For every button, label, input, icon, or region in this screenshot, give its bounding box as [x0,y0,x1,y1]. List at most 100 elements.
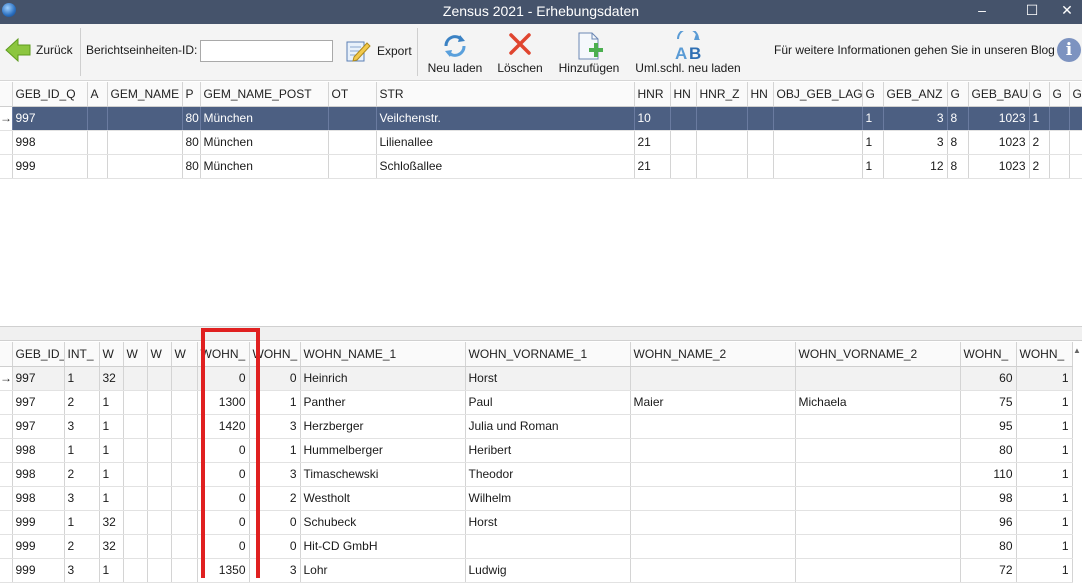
table-cell[interactable]: 1 [249,438,301,463]
table-cell[interactable] [171,366,198,391]
table-cell[interactable] [1049,130,1070,155]
table-cell[interactable]: 32 [99,534,124,559]
back-button[interactable]: Zurück [2,32,76,68]
table-row[interactable]: 998 80 München Lilienallee 21 1 3 8 1023 2 [0,130,1082,155]
table-cell[interactable] [696,130,748,155]
table-cell[interactable]: 2 [64,534,100,559]
table-row[interactable]: 999 3 1 1350 3 Lohr Ludwig 72 1 [0,558,1073,583]
table-cell[interactable]: 2 [249,486,301,511]
column-header[interactable]: W [147,342,172,367]
table-cell[interactable]: München [200,106,329,131]
table-cell[interactable] [795,462,961,487]
table-cell[interactable]: München [200,154,329,179]
table-cell[interactable]: 998 [12,462,65,487]
table-cell[interactable] [171,414,198,439]
table-row[interactable]: 999 80 München Schloßallee 21 1 12 8 1023 2 [0,154,1082,179]
table-cell[interactable]: 0 [249,534,301,559]
table-cell[interactable]: 80 [182,154,201,179]
reload-button[interactable]: Neu laden [424,28,486,78]
table-cell[interactable] [795,414,961,439]
table-cell[interactable]: 1 [1016,510,1073,535]
table-row[interactable]: 998 2 1 0 3 Timaschewski Theodor 110 1 [0,462,1073,487]
table-row[interactable]: 997 2 1 1300 1 Panther Paul Maier Michaela 75 1 [0,390,1073,415]
table-cell[interactable]: 997 [12,390,65,415]
table-cell[interactable]: Hit-CD GmbH [300,534,466,559]
table-row[interactable]: → 997 1 32 0 0 Heinrich Horst 60 1 [0,366,1073,391]
column-header[interactable]: P [182,82,201,107]
table-cell[interactable] [123,366,148,391]
table-cell[interactable] [171,438,198,463]
table-cell[interactable]: 1 [1016,462,1073,487]
export-button[interactable]: Export [342,36,414,66]
table-cell[interactable]: 1 [1016,534,1073,559]
column-header[interactable]: HNR_Z [696,82,748,107]
table-cell[interactable] [1049,154,1070,179]
table-cell[interactable]: 0 [249,510,301,535]
table-cell[interactable]: 1 [1016,366,1073,391]
table-cell[interactable]: Hummelberger [300,438,466,463]
table-cell[interactable]: Wilhelm [465,486,631,511]
column-header[interactable]: HN [670,82,697,107]
table-cell[interactable] [147,366,172,391]
table-cell[interactable]: Herzberger [300,414,466,439]
table-cell[interactable] [630,558,796,583]
table-cell[interactable]: 1 [64,366,100,391]
column-header[interactable]: GEB_BAU [968,82,1030,107]
table-cell[interactable]: München [200,130,329,155]
table-cell[interactable]: Lohr [300,558,466,583]
table-cell[interactable]: Schloßallee [376,154,635,179]
table-cell[interactable]: 0 [197,534,250,559]
table-cell[interactable] [171,486,198,511]
table-cell[interactable]: 1 [64,438,100,463]
table-cell[interactable]: 997 [12,366,65,391]
table-cell[interactable]: 1 [249,390,301,415]
table-cell[interactable]: 998 [12,438,65,463]
table-cell[interactable]: 1350 [197,558,250,583]
info-icon[interactable]: i [1057,38,1081,62]
table-cell[interactable] [795,534,961,559]
table-cell[interactable]: 10 [634,106,671,131]
table-cell[interactable]: 75 [960,390,1017,415]
table-cell[interactable]: 21 [634,130,671,155]
column-header[interactable]: W [123,342,148,367]
column-header[interactable]: WOHN_ [960,342,1017,367]
table-cell[interactable] [123,486,148,511]
column-header[interactable]: WOHN_VORNAME_2 [795,342,961,367]
column-header[interactable]: G [862,82,884,107]
column-header[interactable]: GEM_NAME [107,82,183,107]
column-header[interactable]: HNR [634,82,671,107]
table-cell[interactable]: Veilchenstr. [376,106,635,131]
table-cell[interactable]: Maier [630,390,796,415]
table-cell[interactable]: 96 [960,510,1017,535]
table-cell[interactable]: 8 [947,130,969,155]
table-cell[interactable] [123,390,148,415]
column-header[interactable]: WOHN_ [249,342,301,367]
column-header[interactable]: INT_ [64,342,100,367]
table-cell[interactable]: 80 [960,438,1017,463]
table-cell[interactable] [87,154,108,179]
table-cell[interactable]: 997 [12,106,88,131]
table-row[interactable]: 998 1 1 0 1 Hummelberger Heribert 80 1 [0,438,1073,463]
table-cell[interactable]: 1 [99,462,124,487]
table-cell[interactable]: 1300 [197,390,250,415]
table-cell[interactable] [123,510,148,535]
table-cell[interactable]: 3 [883,130,948,155]
table-cell[interactable]: 997 [12,414,65,439]
table-row[interactable]: 997 3 1 1420 3 Herzberger Julia und Roman 95 1 [0,414,1073,439]
table-cell[interactable]: Horst [465,366,631,391]
table-cell[interactable]: 32 [99,510,124,535]
table-cell[interactable] [123,462,148,487]
table-cell[interactable]: Westholt [300,486,466,511]
table-cell[interactable] [147,390,172,415]
table-cell[interactable]: 3 [64,486,100,511]
delete-button[interactable]: Löschen [494,28,546,78]
table-cell[interactable] [795,486,961,511]
table-cell[interactable] [630,462,796,487]
table-cell[interactable]: 1420 [197,414,250,439]
column-header[interactable]: WOHN_ [197,342,250,367]
column-header[interactable]: WOHN_ [1016,342,1073,367]
table-row[interactable]: 998 3 1 0 2 Westholt Wilhelm 98 1 [0,486,1073,511]
table-cell[interactable]: Heribert [465,438,631,463]
column-header[interactable]: G [1029,82,1050,107]
table-cell[interactable] [123,534,148,559]
